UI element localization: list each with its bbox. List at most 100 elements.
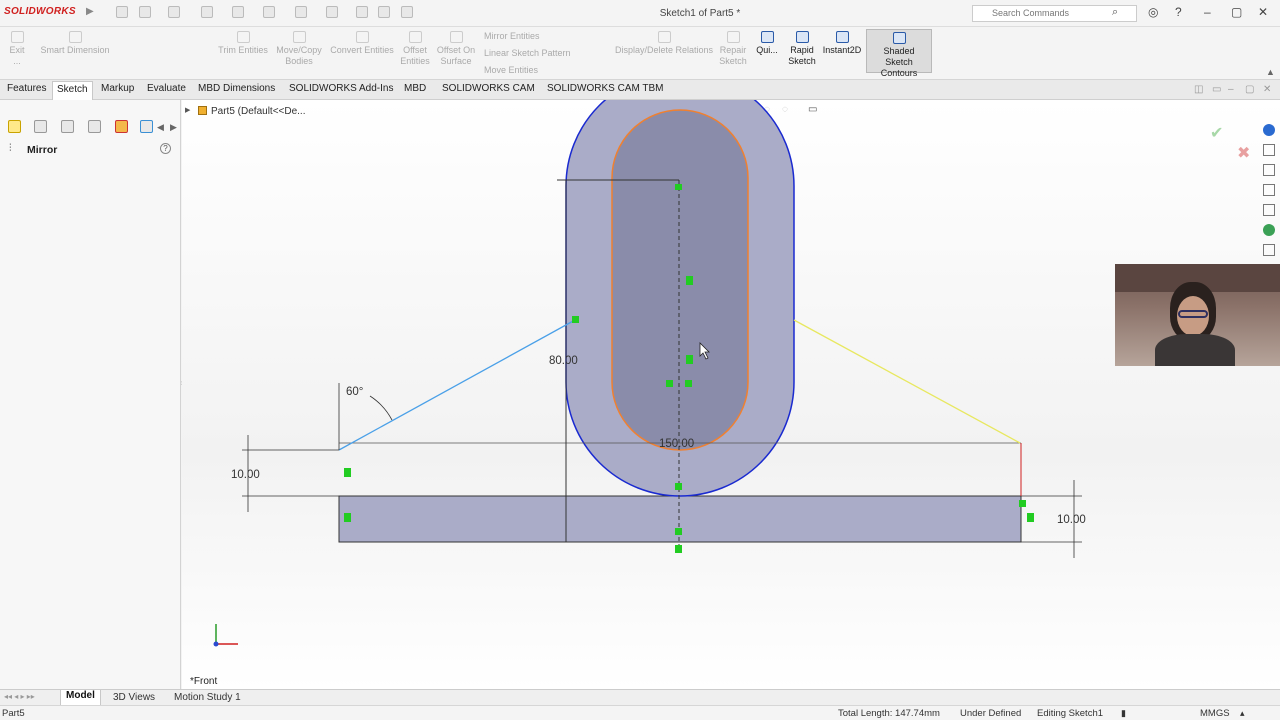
webcam-body	[1155, 334, 1235, 366]
custom-properties-icon[interactable]	[1263, 224, 1275, 236]
tab-features[interactable]: Features	[5, 83, 48, 94]
mirror-property-header: ⫶ Mirror ?	[0, 142, 180, 158]
mirror-entities-button[interactable]: Mirror Entities	[484, 31, 540, 42]
base-rectangle[interactable]	[338, 495, 1022, 543]
view-palette-icon[interactable]	[1263, 184, 1275, 196]
height-dimension[interactable]: 80.00	[549, 355, 578, 367]
confirm-check-icon[interactable]: ✔	[1210, 123, 1223, 142]
doc-restore-icon[interactable]: ▢	[1245, 84, 1254, 95]
move-copy-bodies-button[interactable]: Move/Copy Bodies	[272, 31, 326, 67]
sketch-point[interactable]	[675, 545, 682, 553]
sketch-point[interactable]	[686, 276, 693, 285]
forum-icon[interactable]	[1263, 244, 1275, 256]
tab-mbd-dimensions[interactable]: MBD Dimensions	[196, 83, 277, 94]
tab-scroll-icons[interactable]: ◂◂ ◂ ▸ ▸▸	[4, 692, 35, 701]
angled-line-right[interactable]	[793, 319, 1021, 444]
move-copy-icon	[292, 31, 306, 43]
sketch-point[interactable]	[675, 483, 682, 490]
exit-sketch-button[interactable]: Exit ...	[6, 31, 28, 67]
rebuild-status-icon[interactable]: ▮	[1121, 708, 1126, 719]
minimize-icon[interactable]: –	[1204, 5, 1211, 19]
convert-entities-button[interactable]: Convert Entities	[328, 31, 396, 56]
sketch-point[interactable]	[685, 380, 692, 387]
view-name-label: *Front	[190, 676, 218, 687]
repair-sketch-button[interactable]: Repair Sketch	[718, 31, 748, 67]
sketch-point[interactable]	[675, 184, 682, 190]
display-manager-icon[interactable]	[115, 120, 128, 133]
solidworks-resources-icon[interactable]	[1263, 124, 1275, 136]
instant2d-icon	[835, 31, 849, 43]
appearances-icon[interactable]	[1263, 204, 1275, 216]
sketch-point[interactable]	[675, 528, 682, 535]
angle-dimension[interactable]: 60°	[346, 386, 363, 398]
rapid-sketch-button[interactable]: Rapid Sketch	[786, 31, 818, 67]
help-icon[interactable]: ?	[160, 143, 171, 154]
display-delete-relations-button[interactable]: Display/Delete Relations	[612, 31, 716, 56]
units-dropdown-icon[interactable]: ▴	[1240, 708, 1245, 719]
sketch-entities-group[interactable]	[118, 31, 208, 71]
tab-mbd[interactable]: MBD	[402, 83, 428, 94]
panel-right-arrow-icon[interactable]: ▶	[170, 122, 177, 133]
configuration-manager-icon[interactable]	[61, 120, 74, 133]
exit-sketch-icon	[10, 31, 24, 43]
sketch-canvas[interactable]: 60° 80.00 150.00 10.00 10.00 ✔ ✖	[182, 100, 1280, 689]
doc-close-icon[interactable]: ✕	[1263, 84, 1271, 95]
close-icon[interactable]: ✕	[1258, 5, 1268, 19]
smart-dimension-button[interactable]: Smart Dimension	[40, 31, 110, 56]
inner-slot-contour[interactable]	[611, 109, 749, 451]
dimxpert-icon[interactable]	[88, 120, 101, 133]
property-manager-panel: ◀ ▶ ⫶ Mirror ? ›	[0, 100, 183, 689]
sketch-point[interactable]	[344, 468, 351, 477]
doc-minimize-icon[interactable]: –	[1228, 84, 1234, 95]
collapse-ribbon-icon[interactable]: ▲	[1266, 67, 1275, 77]
design-library-icon[interactable]	[1263, 144, 1275, 156]
graphics-area[interactable]: ▶ Part5 (Default<<De... ⌕ ⌕ ↶ ◧ ◩ ◻ ◉ ◌ …	[182, 100, 1280, 689]
status-units[interactable]: MMGS	[1200, 708, 1230, 719]
cam-manager-icon[interactable]	[140, 120, 153, 133]
relations-icon	[657, 31, 671, 43]
move-entities-button[interactable]: Move Entities	[484, 65, 538, 76]
tab-markup[interactable]: Markup	[99, 83, 136, 94]
sketch-point[interactable]	[686, 355, 693, 364]
tab-solidworks-cam[interactable]: SOLIDWORKS CAM	[440, 83, 537, 94]
tab-model[interactable]: Model	[60, 690, 101, 706]
tab-sketch[interactable]: Sketch	[52, 81, 93, 100]
trim-entities-button[interactable]: Trim Entities	[216, 31, 270, 56]
quick-snaps-button[interactable]: Qui...	[754, 31, 780, 56]
sketch-point[interactable]	[1027, 513, 1034, 522]
panel-left-arrow-icon[interactable]: ◀	[157, 122, 164, 133]
offset-entities-button[interactable]: Offset Entities	[398, 31, 432, 67]
tab-solidworks-cam-tbm[interactable]: SOLIDWORKS CAM TBM	[545, 83, 666, 94]
tab-motion-study[interactable]: Motion Study 1	[174, 692, 241, 703]
shaded-sketch-contours-button[interactable]: Shaded Sketch Contours	[866, 29, 932, 78]
account-icon[interactable]: ◎	[1148, 5, 1158, 19]
sketch-point[interactable]	[344, 513, 351, 522]
task-pane-tabs	[1260, 120, 1280, 260]
sketch-point[interactable]	[666, 380, 673, 387]
tab-solidworks-addins[interactable]: SOLIDWORKS Add-Ins	[287, 83, 395, 94]
feature-manager-icon[interactable]	[8, 120, 21, 133]
file-explorer-icon[interactable]	[1263, 164, 1275, 176]
window-icon[interactable]: ▭	[1212, 84, 1221, 95]
sketch-point[interactable]	[572, 316, 579, 323]
tab-3d-views[interactable]: 3D Views	[113, 692, 155, 703]
restore-icon[interactable]: ▢	[1231, 5, 1242, 19]
sketch-point[interactable]	[1019, 500, 1026, 507]
right-thickness-dimension[interactable]: 10.00	[1057, 514, 1086, 526]
left-thickness-dimension[interactable]: 10.00	[231, 469, 260, 481]
instant2d-button[interactable]: Instant2D	[820, 31, 864, 56]
convert-icon	[355, 31, 369, 43]
angled-line-left[interactable]	[338, 319, 576, 451]
linear-sketch-pattern-button[interactable]: Linear Sketch Pattern	[484, 48, 571, 59]
status-bar: Part5 Total Length: 147.74mm Under Defin…	[0, 705, 1280, 720]
status-part-name: Part5	[2, 708, 25, 719]
help-icon[interactable]: ?	[1175, 5, 1182, 19]
tab-evaluate[interactable]: Evaluate	[145, 83, 188, 94]
search-icon[interactable]: ⌕	[1112, 6, 1118, 19]
property-manager-icon[interactable]	[34, 120, 47, 133]
offset-on-surface-button[interactable]: Offset On Surface	[434, 31, 478, 67]
cancel-x-icon[interactable]: ✖	[1237, 143, 1250, 162]
width-dimension[interactable]: 150.00	[659, 438, 694, 450]
tile-icon[interactable]: ◫	[1194, 84, 1203, 95]
model-tabs-bar: ◂◂ ◂ ▸ ▸▸ Model 3D Views Motion Study 1	[0, 689, 1280, 706]
